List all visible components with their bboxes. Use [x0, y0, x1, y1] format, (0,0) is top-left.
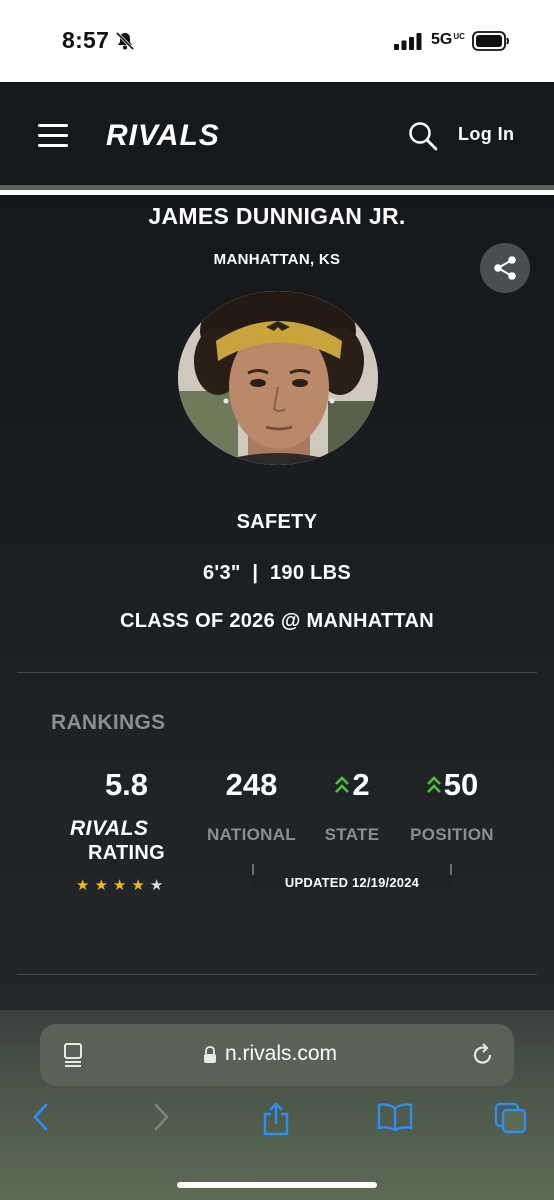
rank-national: 248 NATIONAL: [204, 767, 299, 845]
rank-state: 2 STATE: [318, 767, 386, 845]
status-time: 8:57: [62, 27, 110, 53]
rank-position: 50 POSITION: [404, 767, 500, 845]
reader-icon[interactable]: [62, 1042, 86, 1068]
player-position: SAFETY: [236, 511, 318, 533]
divider: [17, 672, 537, 673]
measurables-separator: |: [252, 562, 259, 584]
signal-icon: [394, 33, 422, 50]
network-type: 5G: [431, 31, 453, 48]
star-filled-icon: ★: [94, 877, 108, 894]
rivals-rating-logo-text: RIVALS: [70, 817, 148, 839]
url-field[interactable]: n.rivals.com: [40, 1024, 514, 1086]
position-rank-label: POSITION: [410, 825, 494, 844]
position-rank-number: 50: [443, 767, 479, 802]
player-height: 6'3": [202, 562, 241, 584]
updated-date: UPDATED 12/19/2024: [252, 875, 452, 890]
share-button[interactable]: [480, 243, 530, 293]
player-photo-image: [178, 291, 378, 465]
star-rating: ★ ★ ★ ★ ★: [76, 878, 163, 893]
rankings-heading: RANKINGS: [51, 711, 166, 734]
state-rank-value: 2: [318, 767, 386, 803]
player-profile: JAMES DUNNIGAN JR. MANHATTAN, KS SAFETY …: [0, 195, 554, 1010]
rating-label: RATING: [88, 842, 165, 864]
share-nodes-icon: [494, 256, 516, 280]
player-class: CLASS OF 2026 @ MANHATTAN: [119, 610, 435, 632]
bell-slash-icon: [116, 31, 135, 50]
login-link[interactable]: Log In: [458, 124, 514, 145]
site-header: RIVALS Log In: [0, 82, 554, 190]
national-rank-number: 248: [225, 767, 278, 802]
reload-icon[interactable]: [470, 1042, 496, 1068]
divider: [17, 974, 537, 975]
rating-value: 5.8: [104, 767, 149, 802]
lock-icon: [204, 1046, 216, 1063]
player-weight: 190 LBS: [270, 562, 352, 584]
player-name: JAMES DUNNIGAN JR.: [148, 203, 406, 229]
position-rank-value: 50: [404, 767, 500, 803]
back-icon[interactable]: [30, 1102, 52, 1132]
star-filled-icon: ★: [131, 877, 145, 894]
trend-up-icon: [426, 776, 441, 793]
rivals-logo[interactable]: RIVALS: [106, 120, 258, 148]
status-time-group: 8:57: [62, 27, 135, 54]
menu-icon[interactable]: [38, 124, 68, 148]
status-bar: 8:57 5G UC: [0, 0, 554, 82]
network-sub: UC: [453, 32, 465, 41]
star-filled-icon: ★: [76, 877, 90, 894]
search-icon[interactable]: [408, 121, 438, 151]
updated-date-text: UPDATED 12/19/2024: [278, 875, 426, 890]
player-hometown: MANHATTAN, KS: [213, 251, 341, 268]
bookmarks-icon[interactable]: [377, 1102, 413, 1132]
national-rank-label: NATIONAL: [207, 825, 296, 844]
network-label: 5G UC: [431, 31, 465, 49]
player-photo: [178, 291, 378, 465]
browser-toolbar: n.rivals.com: [0, 1010, 554, 1200]
share-icon[interactable]: [261, 1102, 291, 1136]
tabs-icon[interactable]: [494, 1102, 528, 1134]
rivals-rating-logo: RIVALS: [70, 817, 148, 839]
home-indicator: [177, 1182, 377, 1188]
player-measurables: 6'3" | 190 LBS: [0, 562, 554, 585]
national-rank-value: 248: [204, 767, 299, 803]
state-rank-label: STATE: [324, 825, 380, 844]
state-rank-number: 2: [352, 767, 370, 802]
forward-icon[interactable]: [150, 1102, 172, 1132]
battery-icon: [472, 31, 509, 51]
rivals-logo-text: RIVALS: [106, 120, 220, 148]
trend-up-icon: [335, 776, 350, 793]
url-text[interactable]: n.rivals.com: [225, 1042, 337, 1066]
star-empty-icon: ★: [149, 877, 164, 894]
star-filled-icon: ★: [112, 877, 127, 894]
